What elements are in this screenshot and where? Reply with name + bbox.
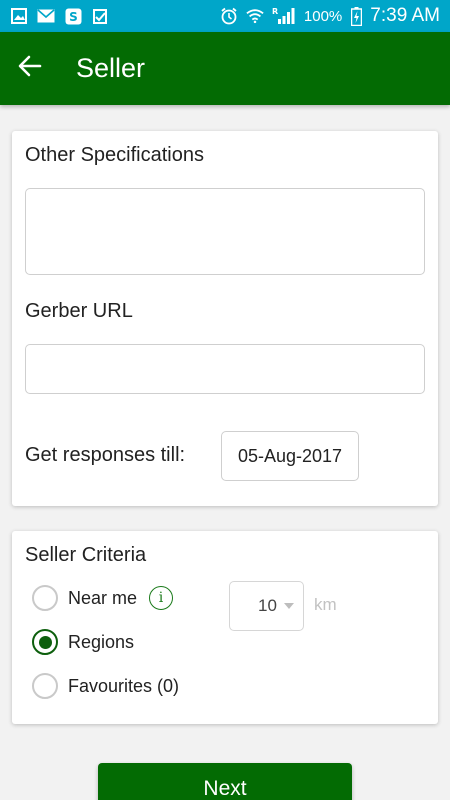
status-bar: S R 100% 7:39 AM (0, 0, 450, 32)
svg-text:R: R (272, 7, 278, 16)
favourites-option[interactable]: Favourites (0) (32, 673, 179, 699)
svg-text:S: S (69, 10, 78, 24)
app-bar: Seller (0, 32, 450, 105)
wifi-icon (246, 7, 264, 25)
info-icon[interactable]: i (149, 586, 174, 610)
chevron-down-icon (284, 603, 294, 609)
mail-icon (37, 7, 55, 25)
near-me-radio[interactable] (32, 585, 58, 611)
specifications-card: Other Specifications Gerber URL Get resp… (12, 131, 438, 506)
signal-icon: R (272, 7, 296, 25)
other-specifications-field[interactable] (25, 188, 425, 275)
responses-till-date-picker[interactable]: 05-Aug-2017 (221, 431, 359, 481)
radio-selected-dot (38, 635, 52, 649)
seller-criteria-card: Seller Criteria Near me i 10 km Regions … (12, 531, 438, 724)
near-me-option[interactable]: Near me i (32, 585, 174, 611)
regions-option[interactable]: Regions (32, 629, 134, 655)
distance-unit: km (314, 595, 337, 614)
favourites-radio[interactable] (32, 673, 58, 699)
responses-till-label: Get responses till: (25, 444, 186, 466)
s-app-icon: S (64, 7, 82, 25)
regions-label: Regions (68, 631, 135, 652)
battery-charging-icon (350, 6, 362, 26)
distance-value: 10 (258, 596, 277, 615)
clipboard-check-icon (91, 7, 109, 25)
back-button[interactable] (0, 32, 60, 105)
seller-criteria-title: Seller Criteria (25, 544, 147, 566)
distance-select[interactable]: 10 (229, 581, 304, 631)
page-title: Seller (76, 53, 146, 83)
other-specifications-label: Other Specifications (25, 144, 204, 166)
battery-percentage: 100% (303, 7, 343, 25)
arrow-left-icon (18, 55, 42, 82)
favourites-label: Favourites (0) (68, 675, 180, 696)
gerber-url-field[interactable] (25, 344, 425, 394)
near-me-label: Near me (68, 587, 138, 608)
status-time: 7:39 AM (370, 5, 440, 26)
next-button[interactable]: Next (98, 763, 352, 800)
alarm-icon (220, 7, 238, 25)
gallery-icon (10, 7, 28, 25)
gerber-url-label: Gerber URL (25, 300, 133, 322)
regions-radio[interactable] (32, 629, 58, 655)
